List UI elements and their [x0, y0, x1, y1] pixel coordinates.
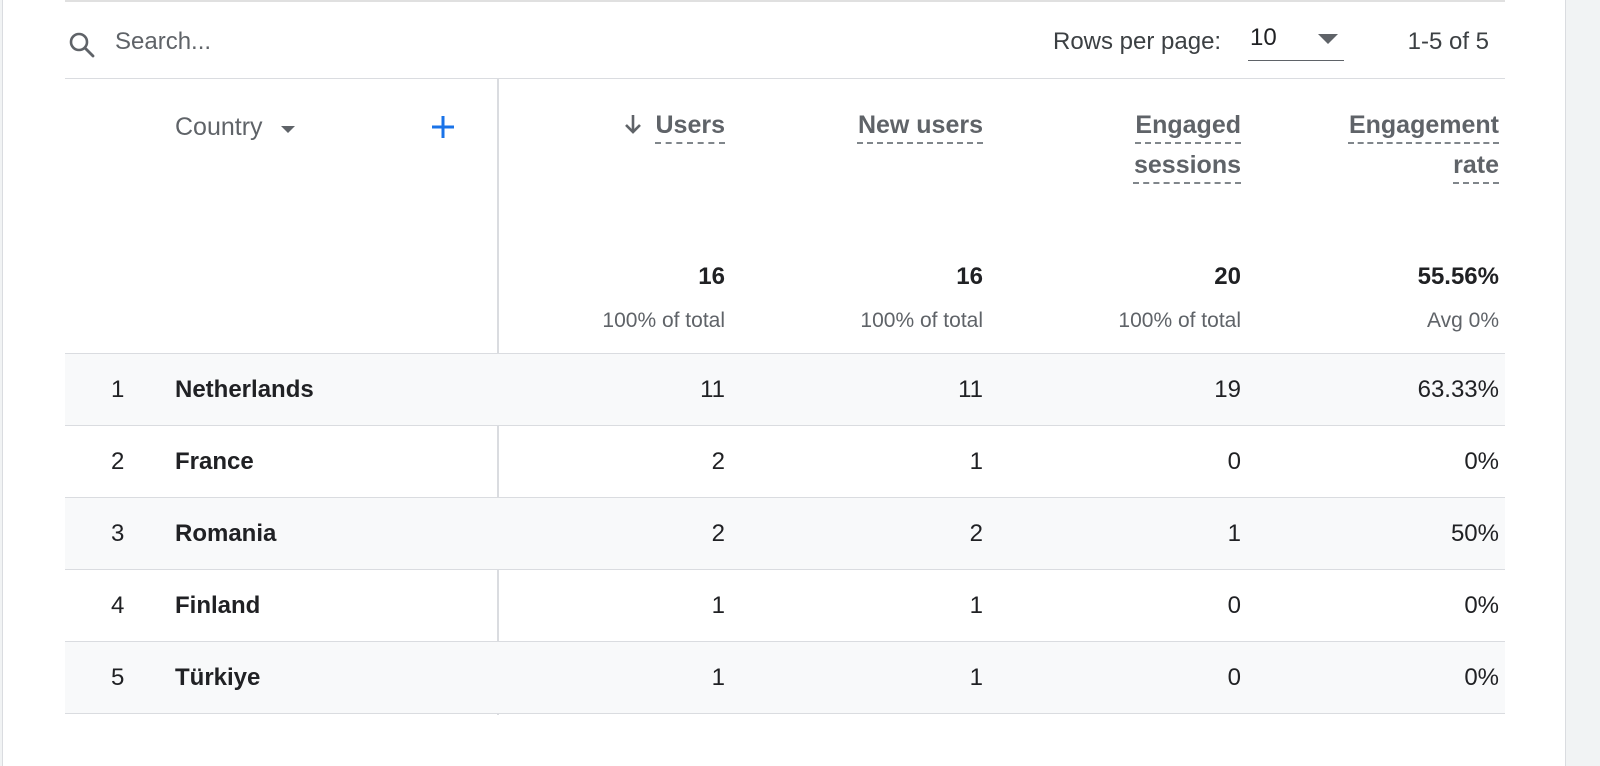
cell-users: 2 [711, 520, 725, 547]
column-header-users[interactable]: Users [624, 105, 726, 145]
cell-new-users: 1 [969, 592, 983, 619]
cell-engagement-rate: 50% [1450, 520, 1499, 547]
row-index: 2 [111, 448, 125, 475]
row-index: 1 [111, 376, 125, 403]
cell-engaged-sessions: 0 [1227, 448, 1241, 475]
cell-new-users: 1 [969, 664, 983, 691]
row-index: 3 [111, 520, 125, 547]
column-total-note: 100% of total [602, 309, 725, 332]
row-country: Netherlands [175, 376, 314, 403]
table-row[interactable]: 1 Netherlands 11 11 19 63.33% [65, 354, 1505, 426]
cell-engagement-rate: 0% [1464, 448, 1499, 475]
rows-per-page-select[interactable]: 10 [1248, 20, 1344, 61]
caret-down-icon [280, 125, 295, 133]
column-total-note: 100% of total [1118, 309, 1241, 332]
table-row[interactable]: 5 Türkiye 1 1 0 0% [65, 642, 1505, 714]
table-row[interactable]: 4 Finland 1 1 0 0% [65, 570, 1505, 642]
cell-users: 1 [711, 592, 725, 619]
column-header-label: rate [1453, 151, 1499, 179]
column-header-label: sessions [1133, 151, 1241, 179]
cell-engaged-sessions: 0 [1227, 592, 1241, 619]
cell-engaged-sessions: 1 [1227, 520, 1241, 547]
table-row[interactable]: 2 France 2 1 0 0% [65, 426, 1505, 498]
arrow-down-icon [624, 105, 642, 145]
data-table: Country Users 16 100% of total New users… [65, 79, 1505, 715]
column-total: 16 [698, 263, 725, 290]
report-card: Rows per page: 10 1-5 of 5 Country [2, 0, 1566, 766]
row-country: Romania [175, 520, 277, 547]
cell-new-users: 11 [958, 376, 983, 403]
column-total: 55.56% [1417, 263, 1499, 290]
search-input[interactable] [115, 24, 615, 60]
cell-engagement-rate: 0% [1464, 592, 1499, 619]
search-icon[interactable] [67, 30, 97, 60]
cell-users: 2 [711, 448, 725, 475]
column-header-engagement-rate[interactable]: Engagement rate [1349, 105, 1499, 185]
cell-engaged-sessions: 19 [1214, 376, 1241, 403]
dimension-selector[interactable]: Country [175, 113, 295, 142]
column-header-new-users[interactable]: New users [858, 105, 983, 145]
cell-new-users: 1 [969, 448, 983, 475]
rows-per-page-label: Rows per page: [1053, 28, 1222, 55]
dimension-label: Country [175, 113, 263, 141]
pagination-range: 1-5 of 5 [1407, 28, 1489, 55]
column-header-engaged-sessions[interactable]: Engaged sessions [1134, 105, 1241, 185]
row-index: 4 [111, 592, 125, 619]
column-total-note: Avg 0% [1427, 309, 1499, 332]
column-total: 20 [1214, 263, 1241, 290]
caret-down-icon [1318, 34, 1338, 44]
column-header-label: Users [655, 111, 726, 139]
column-total-note: 100% of total [860, 309, 983, 332]
column-header-label: Engaged [1135, 111, 1241, 139]
cell-new-users: 2 [969, 520, 983, 547]
column-header-label: Engagement [1348, 111, 1499, 139]
cell-users: 1 [711, 664, 725, 691]
table-row[interactable]: 3 Romania 2 2 1 50% [65, 498, 1505, 570]
table-toolbar: Rows per page: 10 1-5 of 5 [65, 2, 1505, 79]
table-header: Country Users 16 100% of total New users… [65, 79, 1505, 354]
plus-icon[interactable] [429, 113, 457, 141]
cell-engagement-rate: 63.33% [1417, 376, 1499, 403]
cell-engagement-rate: 0% [1464, 664, 1499, 691]
cell-engaged-sessions: 0 [1227, 664, 1241, 691]
cell-users: 11 [700, 376, 725, 403]
column-total: 16 [956, 263, 983, 290]
row-country: Türkiye [175, 664, 261, 691]
row-country: Finland [175, 592, 261, 619]
row-country: France [175, 448, 254, 475]
rows-per-page-value: 10 [1250, 24, 1277, 51]
row-index: 5 [111, 664, 125, 691]
column-header-label: New users [857, 111, 983, 139]
